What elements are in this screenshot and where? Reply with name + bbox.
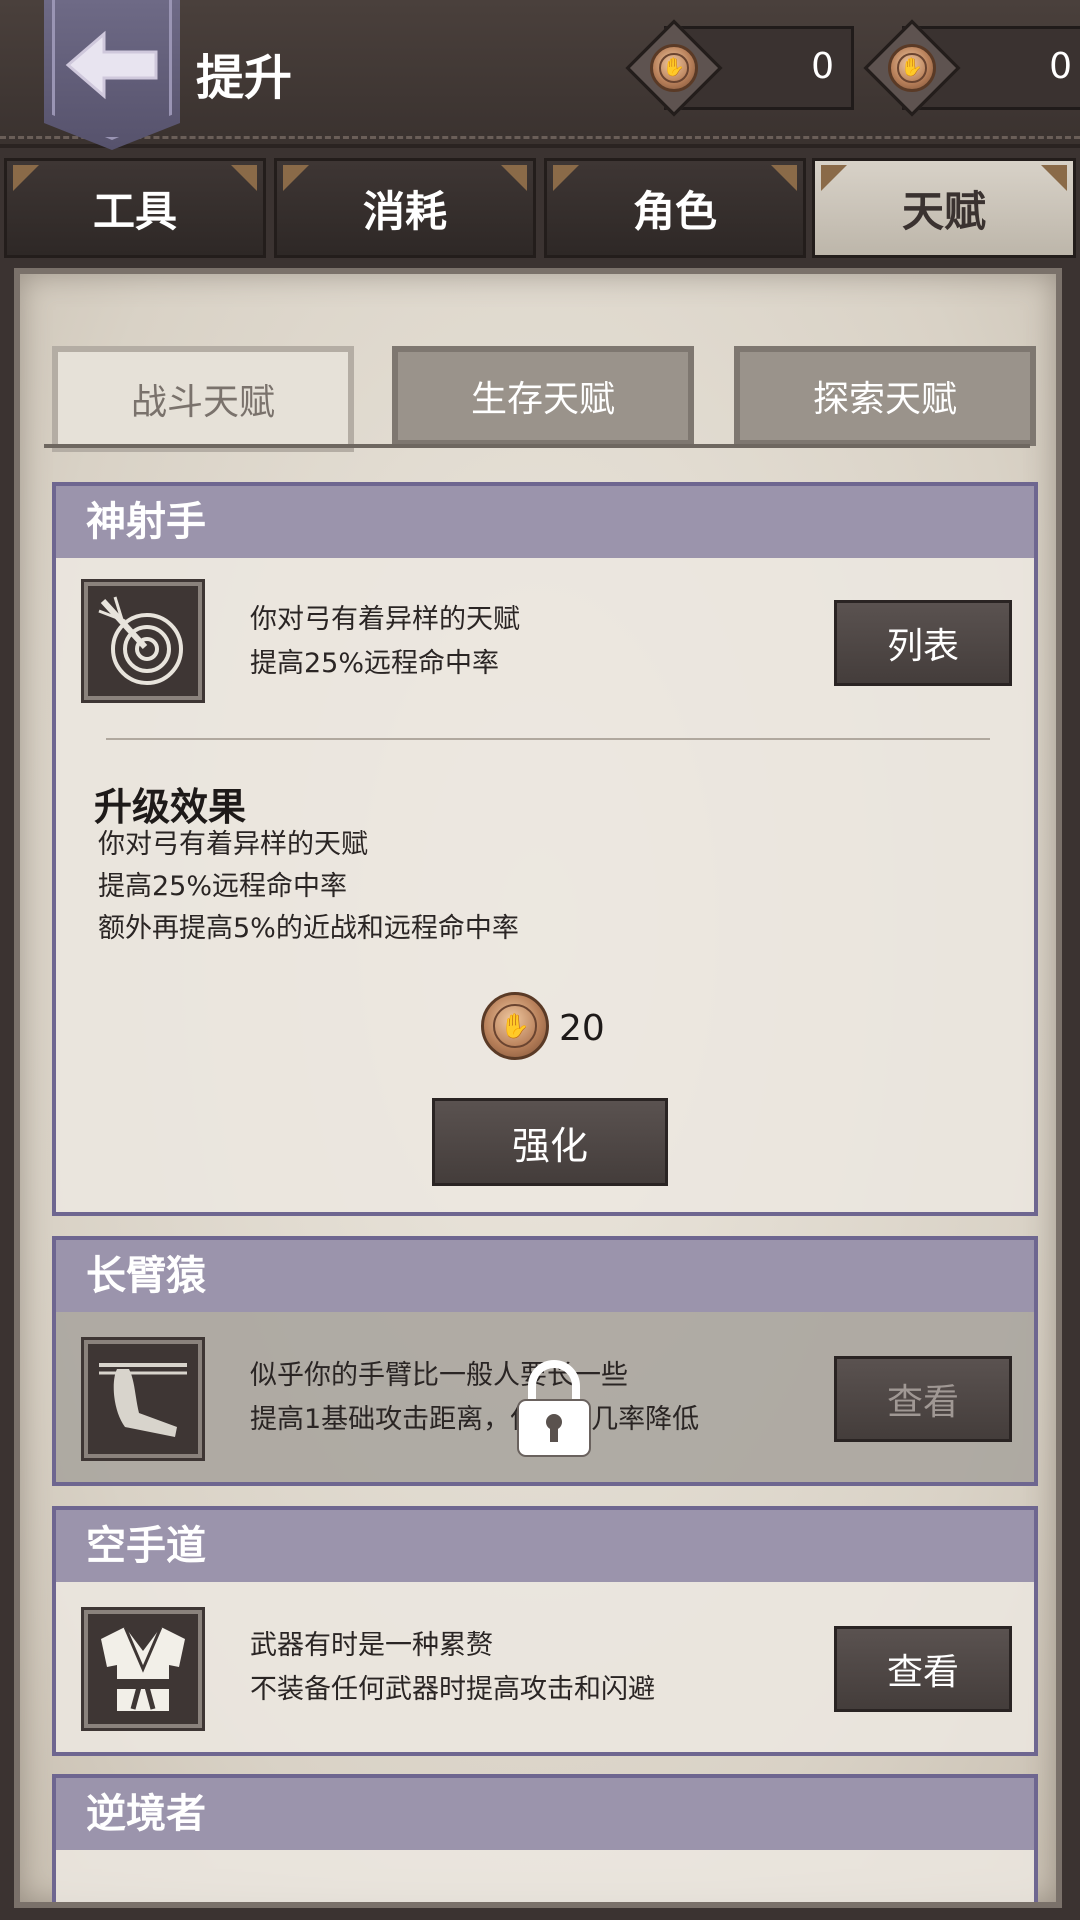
back-button[interactable]: [44, 0, 180, 150]
talent-card-karate: 空手道 武器有时是一种累赘 不装备任何武器时提高攻击和闪避 查看: [52, 1506, 1038, 1756]
archery-target-icon: [81, 579, 205, 703]
page-title: 提升: [196, 50, 293, 106]
talent-description: 武器有时是一种累赘 不装备任何武器时提高攻击和闪避: [250, 1630, 655, 1705]
currency-value-1: 0: [811, 46, 834, 87]
talent-name: 空手道: [56, 1510, 1034, 1582]
talent-card-gibbon: 长臂猿 似乎你的手臂比一般人要长一些 提高1基础攻击距离，但闪避几率降低 查看: [52, 1236, 1038, 1486]
cost-value: 20: [559, 1008, 605, 1049]
main-tab-bar: 工具 消耗 角色 天赋: [0, 158, 1080, 268]
gibbon-arm-icon: [81, 1337, 205, 1461]
view-button[interactable]: 查看: [834, 1626, 1012, 1712]
talent-card-marksman: 神射手 你对弓有着异样的天赋 提高25%远程命中率 列表 升级效果 你对弓有着异…: [52, 482, 1038, 1216]
enhance-button[interactable]: 强化: [432, 1098, 668, 1186]
subtab-combat-talents[interactable]: 战斗天赋: [52, 346, 354, 452]
talent-description: 你对弓有着异样的天赋 提高25%远程命中率: [250, 604, 520, 679]
talent-card-adversity: 逆境者: [52, 1774, 1038, 1902]
lock-icon: [517, 1360, 591, 1457]
upgrade-effect-text: 你对弓有着异样的天赋 提高25%远程命中率 额外再提高5%的近战和远程命中率: [98, 829, 519, 944]
subtab-exploration-talents[interactable]: 探索天赋: [734, 346, 1036, 446]
subtab-underline: [44, 444, 1030, 448]
view-button[interactable]: 查看: [834, 1356, 1012, 1442]
talent-coin-icon: ✋: [650, 44, 698, 92]
divider: [106, 738, 990, 740]
talent-coin-icon: ✋: [888, 44, 936, 92]
header-stitch: [0, 136, 1080, 139]
talent-name: 长臂猿: [56, 1240, 1034, 1312]
upgrade-cost: ✋ 20: [481, 992, 641, 1060]
list-button[interactable]: 列表: [834, 600, 1012, 686]
currency-value-2: 0: [1049, 46, 1072, 87]
talent-name: 逆境者: [56, 1778, 1034, 1850]
content-panel: 战斗天赋 生存天赋 探索天赋 神射手 你对弓有着异样的天赋 提高25%远程命中率…: [14, 268, 1062, 1908]
tab-tools[interactable]: 工具: [4, 158, 266, 258]
currency-counter-1: ✋ 0: [624, 19, 854, 117]
talent-description: 似乎你的手臂比一般人要长一些 提高1基础攻击距离，但闪避几率降低: [250, 1360, 700, 1435]
talent-coin-icon: ✋: [481, 992, 549, 1060]
currency-counter-2: ✋ 0: [862, 19, 1080, 117]
subtab-survival-talents[interactable]: 生存天赋: [392, 346, 694, 446]
tab-consumables[interactable]: 消耗: [274, 158, 536, 258]
karate-gi-icon: [81, 1607, 205, 1731]
talent-name: 神射手: [56, 486, 1034, 558]
tab-talents[interactable]: 天赋: [812, 158, 1076, 258]
upgrade-effect-title: 升级效果: [94, 785, 247, 829]
top-bar: 提升 ✋ 0 ✋ 0: [0, 0, 1080, 150]
tab-character[interactable]: 角色: [544, 158, 806, 258]
